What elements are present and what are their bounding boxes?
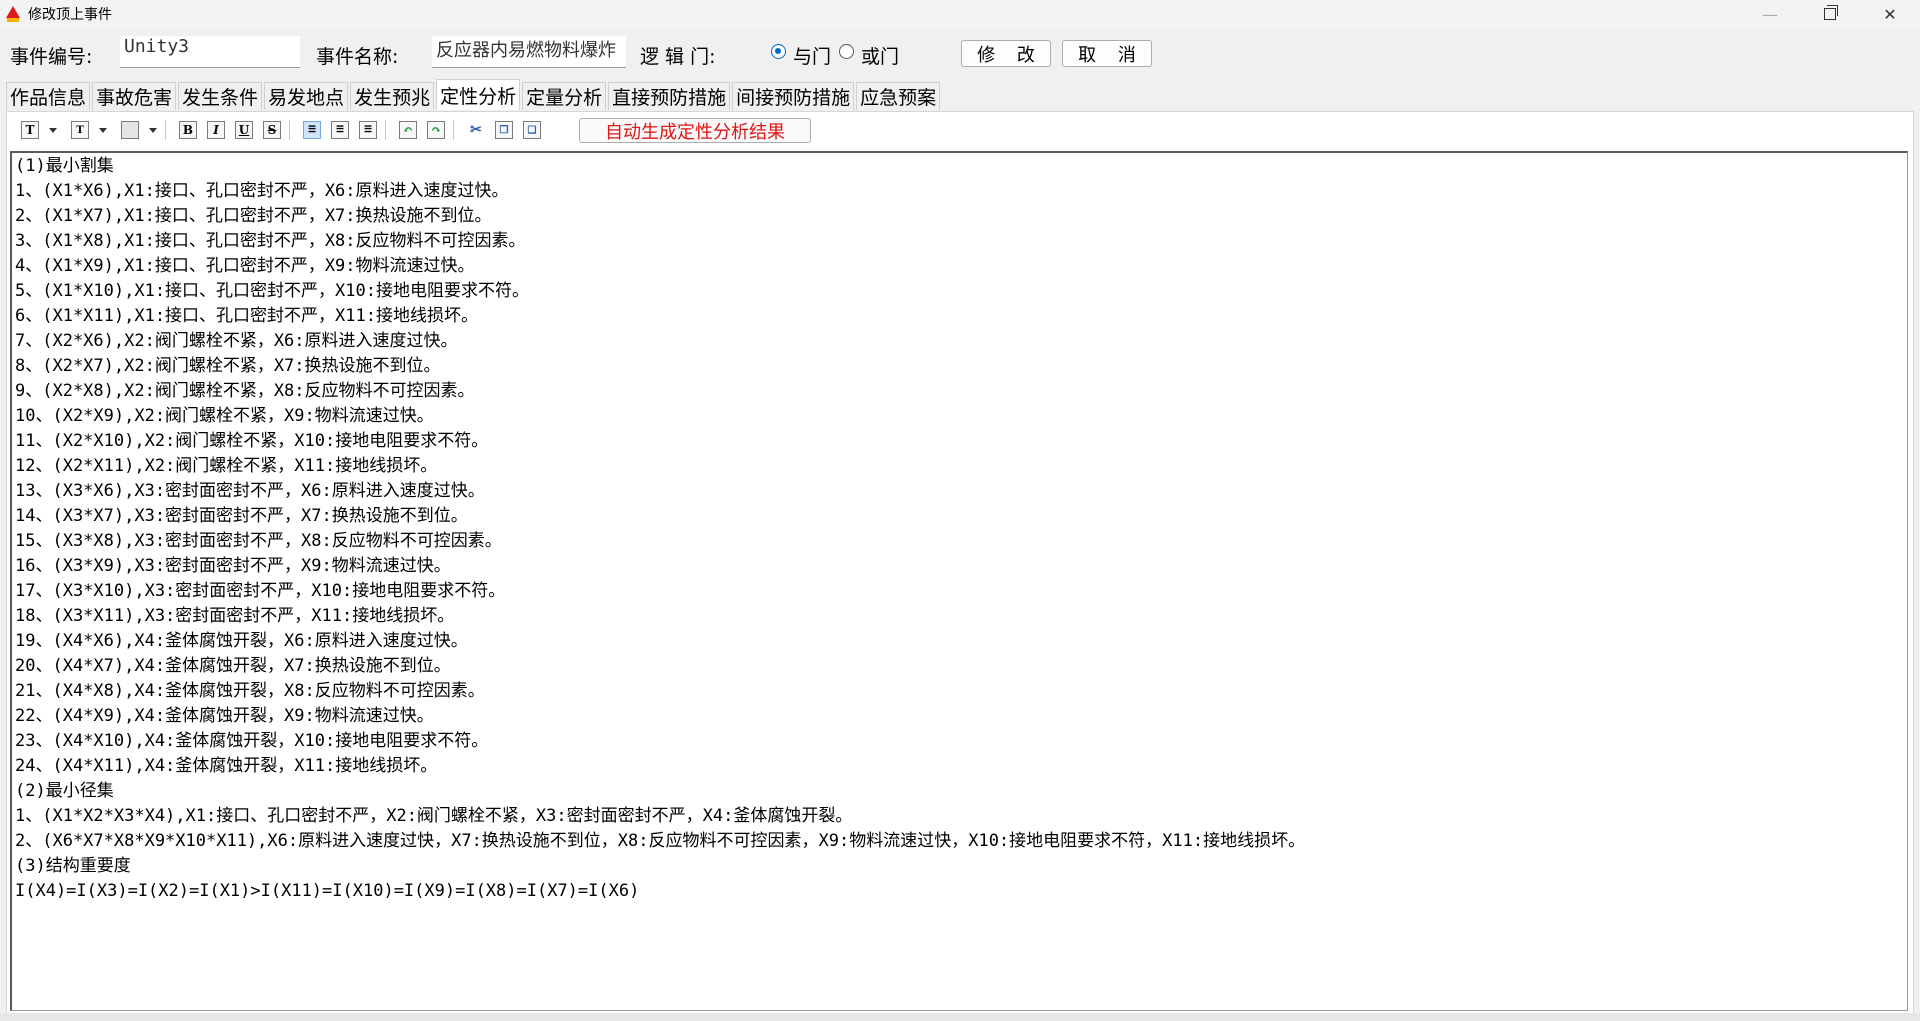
font-size-dropdown-icon[interactable] (99, 128, 107, 133)
editor-line: 14、(X3*X7),X3:密封面密封不严，X7:换热设施不到位。 (15, 506, 468, 526)
toolbar-separator (453, 120, 454, 140)
editor-line: 21、(X4*X8),X4:釜体腐蚀开裂，X8:反应物料不可控因素。 (15, 681, 485, 701)
editor-line: 15、(X3*X8),X3:密封面密封不严，X8:反应物料不可控因素。 (15, 531, 502, 551)
editor-line: 5、(X1*X10),X1:接口、孔口密封不严，X10:接地电阻要求不符。 (15, 281, 529, 301)
editor-line: 22、(X4*X9),X4:釜体腐蚀开裂，X9:物料流速过快。 (15, 706, 434, 726)
editor-line: 19、(X4*X6),X4:釜体腐蚀开裂，X6:原料进入速度过快。 (15, 631, 468, 651)
modify-button[interactable]: 修 改 (961, 40, 1051, 67)
tab-6[interactable]: 定量分析 (522, 82, 607, 110)
window-title: 修改顶上事件 (28, 7, 112, 23)
editor-line: 2、(X1*X7),X1:接口、孔口密封不严，X7:换热设施不到位。 (15, 206, 492, 226)
tab-5[interactable]: 定性分析 (436, 79, 521, 110)
event-id-label: 事件编号: (10, 46, 93, 68)
and-gate-radio[interactable] (771, 44, 786, 59)
editor-line: 24、(X4*X11),X4:釜体腐蚀开裂，X11:接地线损坏。 (15, 756, 438, 776)
cancel-button[interactable]: 取 消 (1062, 40, 1152, 67)
editor-line: 8、(X2*X7),X2:阀门螺栓不紧，X7:换热设施不到位。 (15, 356, 441, 376)
and-gate-label[interactable]: 与门 (793, 42, 831, 69)
editor-line: 10、(X2*X9),X2:阀门螺栓不紧，X9:物料流速过快。 (15, 406, 434, 426)
align-left-icon[interactable]: ☰ (303, 121, 321, 139)
cut-icon[interactable]: ✂ (467, 121, 485, 139)
bold-icon[interactable]: B (179, 121, 197, 139)
font-size-icon[interactable]: T (71, 121, 89, 139)
editor-toolbar: T T B I U S ☰ ☰ ☰ ↶ ↷ ✂ ❐ ❏ 自动生成定性分析结果 (13, 112, 1903, 148)
auto-generate-button[interactable]: 自动生成定性分析结果 (579, 118, 811, 143)
analysis-text-editor[interactable]: (1)最小割集 1、(X1*X6),X1:接口、孔口密封不严，X6:原料进入速度过… (10, 151, 1908, 1011)
toolbar-separator (165, 120, 166, 140)
copy-icon[interactable]: ❐ (495, 121, 513, 139)
editor-line: 7、(X2*X6),X2:阀门螺栓不紧，X6:原料进入速度过快。 (15, 331, 458, 351)
restore-button[interactable] (1800, 0, 1860, 28)
tab-3[interactable]: 易发地点 (264, 82, 349, 110)
strikethrough-icon[interactable]: S (263, 121, 281, 139)
paste-icon[interactable]: ❏ (523, 121, 541, 139)
tab-9[interactable]: 应急预案 (856, 82, 941, 110)
close-icon: ✕ (1883, 4, 1897, 24)
redo-icon[interactable]: ↷ (427, 121, 445, 139)
editor-line: 9、(X2*X8),X2:阀门螺栓不紧，X8:反应物料不可控因素。 (15, 381, 475, 401)
editor-line: 11、(X2*X10),X2:阀门螺栓不紧，X10:接地电阻要求不符。 (15, 431, 489, 451)
editor-line: 4、(X1*X9),X1:接口、孔口密封不严，X9:物料流速过快。 (15, 256, 475, 276)
align-center-icon[interactable]: ☰ (331, 121, 349, 139)
editor-line: 6、(X1*X11),X1:接口、孔口密封不严，X11:接地线损坏。 (15, 306, 478, 326)
minimize-icon: — (1762, 4, 1778, 24)
logic-gate-label: 逻 辑 门: (640, 46, 716, 68)
tab-8[interactable]: 间接预防措施 (732, 82, 855, 110)
editor-line: 23、(X4*X10),X4:釜体腐蚀开裂，X10:接地电阻要求不符。 (15, 731, 489, 751)
or-gate-label[interactable]: 或门 (861, 42, 899, 69)
font-dropdown-icon[interactable] (49, 128, 57, 133)
title-bar: 修改顶上事件 — ✕ (0, 0, 1920, 28)
editor-line: (2)最小径集 (15, 781, 114, 801)
editor-line: 1、(X1*X2*X3*X4),X1:接口、孔口密封不严，X2:阀门螺栓不紧，X… (15, 806, 853, 826)
tab-4[interactable]: 发生预兆 (350, 82, 435, 110)
highlight-dropdown-icon[interactable] (149, 128, 157, 133)
editor-line: 20、(X4*X7),X4:釜体腐蚀开裂，X7:换热设施不到位。 (15, 656, 451, 676)
or-gate-radio[interactable] (839, 44, 854, 59)
font-icon[interactable]: T (21, 121, 39, 139)
event-id-input[interactable]: Unity3 (120, 36, 300, 68)
qualitative-analysis-panel: T T B I U S ☰ ☰ ☰ ↶ ↷ ✂ ❐ ❏ 自动生成定性分析结果 (… (6, 111, 1914, 1016)
toolbar-separator (385, 120, 386, 140)
minimize-button[interactable]: — (1740, 0, 1800, 28)
highlight-color-icon[interactable] (121, 121, 139, 139)
tab-7[interactable]: 直接预防措施 (608, 82, 731, 110)
editor-line: 3、(X1*X8),X1:接口、孔口密封不严，X8:反应物料不可控因素。 (15, 231, 526, 251)
editor-line: (1)最小割集 (15, 156, 114, 176)
undo-icon[interactable]: ↶ (399, 121, 417, 139)
toolbar-separator (289, 120, 290, 140)
tab-bar: 作品信息 事故危害 发生条件 易发地点 发生预兆 定性分析 定量分析 直接预防措施 间接预防措施… (6, 79, 942, 112)
status-strip (0, 1013, 1920, 1021)
tab-2[interactable]: 发生条件 (178, 82, 263, 110)
editor-line: 1、(X1*X6),X1:接口、孔口密封不严，X6:原料进入速度过快。 (15, 181, 509, 201)
editor-line: 2、(X6*X7*X8*X9*X10*X11),X6:原料进入速度过快，X7:换… (15, 831, 1306, 851)
restore-icon (1824, 5, 1838, 20)
editor-line: 16、(X3*X9),X3:密封面密封不严，X9:物料流速过快。 (15, 556, 451, 576)
editor-line: 18、(X3*X11),X3:密封面密封不严，X11:接地线损坏。 (15, 606, 455, 626)
align-right-icon[interactable]: ☰ (359, 121, 377, 139)
editor-line: 12、(X2*X11),X2:阀门螺栓不紧，X11:接地线损坏。 (15, 456, 438, 476)
app-icon (4, 5, 22, 23)
tab-1[interactable]: 事故危害 (92, 82, 177, 110)
tab-0[interactable]: 作品信息 (6, 82, 91, 110)
editor-line: 13、(X3*X6),X3:密封面密封不严，X6:原料进入速度过快。 (15, 481, 485, 501)
underline-icon[interactable]: U (235, 121, 253, 139)
event-form: 事件编号: Unity3 事件名称: 反应器内易燃物料爆炸 逻 辑 门: 与门 … (0, 34, 1920, 74)
editor-line: (3)结构重要度 (15, 856, 131, 876)
editor-line: 17、(X3*X10),X3:密封面密封不严，X10:接地电阻要求不符。 (15, 581, 506, 601)
event-name-input[interactable]: 反应器内易燃物料爆炸 (432, 36, 626, 68)
close-button[interactable]: ✕ (1860, 0, 1920, 28)
event-name-label: 事件名称: (316, 46, 399, 68)
italic-icon[interactable]: I (207, 121, 225, 139)
editor-line: I(X4)=I(X3)=I(X2)=I(X1)>I(X11)=I(X10)=I(… (15, 881, 640, 901)
